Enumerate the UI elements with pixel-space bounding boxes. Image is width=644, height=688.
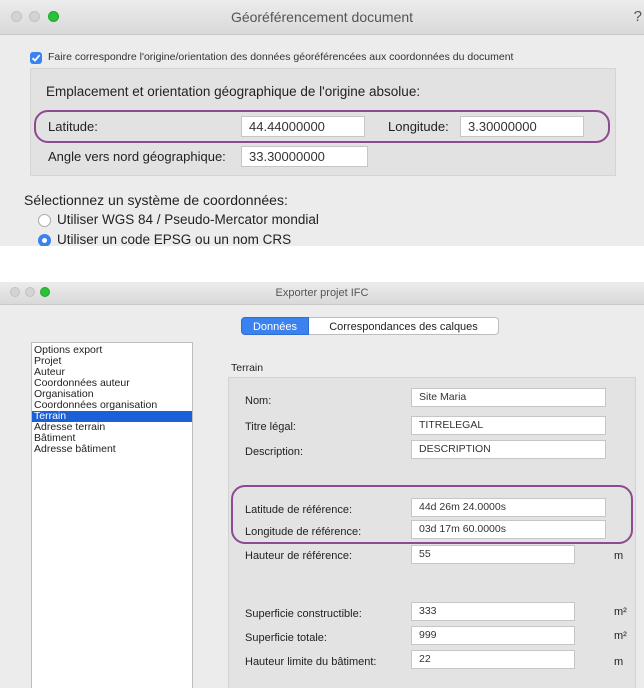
tab-correspondances[interactable]: Correspondances des calques xyxy=(309,317,499,335)
window-title: Géoréférencement document xyxy=(230,9,414,25)
titre-legal-label: Titre légal: xyxy=(245,421,296,433)
angle-input[interactable]: 33.30000000 xyxy=(241,146,368,167)
tab-donnees[interactable]: Données xyxy=(241,317,309,335)
superficie-totale-label: Superficie totale: xyxy=(245,632,327,644)
title-bar: Exporter projet IFC xyxy=(0,282,644,305)
minimize-window-button[interactable] xyxy=(25,287,35,297)
zoom-window-button[interactable] xyxy=(40,287,50,297)
coord-system-heading: Sélectionnez un système de coordonnées: xyxy=(24,192,288,208)
match-coordinates-label: Faire correspondre l'origine/orientation… xyxy=(48,51,514,63)
checkmark-icon xyxy=(31,54,41,62)
ifc-export-window: Exporter projet IFC Données Correspondan… xyxy=(0,282,644,688)
minimize-window-button[interactable] xyxy=(29,11,40,22)
nom-input[interactable]: Site Maria xyxy=(411,388,606,407)
description-label: Description: xyxy=(245,446,304,458)
superficie-constructible-label: Superficie constructible: xyxy=(245,608,362,620)
hauteur-limite-input[interactable]: 22 xyxy=(411,650,575,669)
superficie-constructible-unit: m² xyxy=(614,606,627,618)
help-icon[interactable]: ? xyxy=(634,0,642,34)
panel-title: Terrain xyxy=(231,362,264,374)
radio-wgs84-label: Utiliser WGS 84 / Pseudo-Mercator mondia… xyxy=(57,212,319,227)
superficie-totale-input[interactable]: 999 xyxy=(411,626,575,645)
hauteur-reference-label: Hauteur de référence: xyxy=(245,550,353,562)
radio-dot-icon xyxy=(42,238,47,243)
close-window-button[interactable] xyxy=(11,11,22,22)
radio-epsg-label: Utiliser un code EPSG ou un nom CRS xyxy=(57,232,292,246)
superficie-totale-unit: m² xyxy=(614,630,627,642)
origin-section-heading: Emplacement et orientation géographique … xyxy=(46,84,421,99)
hauteur-limite-unit: m xyxy=(614,656,624,668)
superficie-constructible-input[interactable]: 333 xyxy=(411,602,575,621)
window-title: Exporter projet IFC xyxy=(275,287,369,299)
titre-legal-input[interactable]: TITRELEGAL xyxy=(411,416,606,435)
title-bar: Géoréférencement document ? xyxy=(0,0,644,35)
close-window-button[interactable] xyxy=(10,287,20,297)
nom-label: Nom: xyxy=(245,395,272,407)
coordinates-highlight xyxy=(34,110,610,143)
hauteur-limite-label: Hauteur limite du bâtiment: xyxy=(245,656,377,668)
angle-label: Angle vers nord géographique: xyxy=(48,149,226,164)
radio-epsg[interactable] xyxy=(38,234,51,246)
hauteur-reference-input[interactable]: 55 xyxy=(411,545,575,564)
match-coordinates-checkbox[interactable] xyxy=(30,52,42,64)
sidebar-item-adresse-batiment[interactable]: Adresse bâtiment xyxy=(32,444,194,455)
reference-coordinates-highlight xyxy=(231,485,633,544)
zoom-window-button[interactable] xyxy=(48,11,59,22)
georeferencing-window: Géoréférencement document ? Faire corres… xyxy=(0,0,644,246)
hauteur-reference-unit: m xyxy=(614,550,624,562)
description-input[interactable]: DESCRIPTION xyxy=(411,440,606,459)
radio-wgs84[interactable] xyxy=(38,214,51,227)
